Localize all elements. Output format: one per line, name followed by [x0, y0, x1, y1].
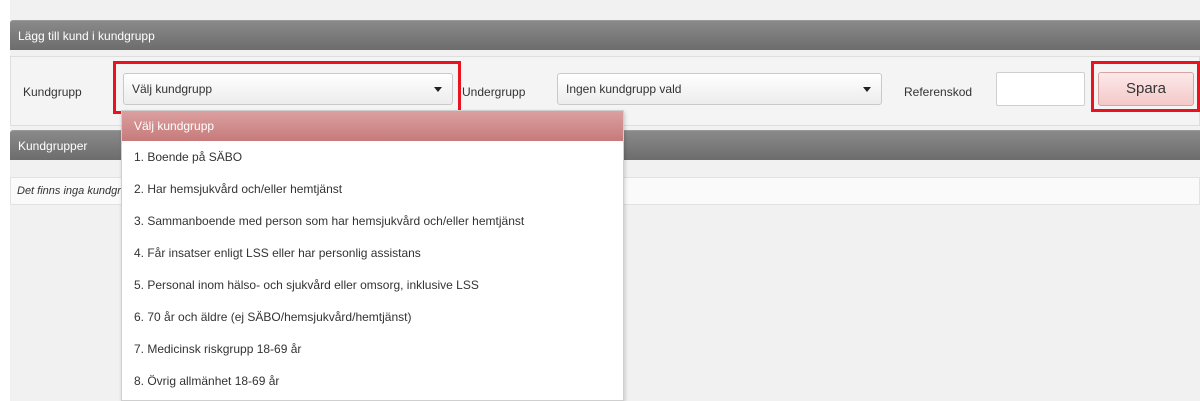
panel-header: Lägg till kund i kundgrupp: [10, 20, 1200, 50]
referenskod-label: Referenskod: [904, 85, 973, 99]
referenskod-input[interactable]: [996, 72, 1085, 106]
kundgrupp-label: Kundgrupp: [23, 85, 82, 99]
dropdown-option[interactable]: 4. Får insatser enligt LSS eller har per…: [122, 237, 623, 269]
save-button[interactable]: Spara: [1098, 72, 1194, 106]
kundgrupp-dropdown-list[interactable]: Välj kundgrupp 1. Boende på SÄBO 2. Har …: [121, 110, 624, 401]
dropdown-option[interactable]: 1. Boende på SÄBO: [122, 141, 623, 173]
dropdown-option[interactable]: 6. 70 år och äldre (ej SÄBO/hemsjukvård/…: [122, 301, 623, 333]
panel-title: Lägg till kund i kundgrupp: [18, 29, 155, 43]
kundgrupp-select[interactable]: Välj kundgrupp: [123, 73, 453, 105]
dropdown-option[interactable]: 3. Sammanboende med person som har hemsj…: [122, 205, 623, 237]
undergrupp-select[interactable]: Ingen kundgrupp vald: [557, 73, 882, 105]
undergrupp-select-value: Ingen kundgrupp vald: [566, 82, 682, 96]
chevron-down-icon: [434, 87, 442, 92]
dropdown-option[interactable]: Välj kundgrupp: [122, 111, 623, 141]
kundgrupp-select-value: Välj kundgrupp: [132, 82, 213, 96]
dropdown-option[interactable]: 5. Personal inom hälso- och sjukvård ell…: [122, 269, 623, 301]
chevron-down-icon: [863, 87, 871, 92]
groups-title: Kundgrupper: [18, 139, 88, 153]
undergrupp-label: Undergrupp: [462, 85, 526, 99]
dropdown-option[interactable]: 2. Har hemsjukvård och/eller hemtjänst: [122, 173, 623, 205]
dropdown-option[interactable]: 8. Övrig allmänhet 18-69 år: [122, 365, 623, 397]
dropdown-option[interactable]: 7. Medicinsk riskgrupp 18-69 år: [122, 333, 623, 365]
